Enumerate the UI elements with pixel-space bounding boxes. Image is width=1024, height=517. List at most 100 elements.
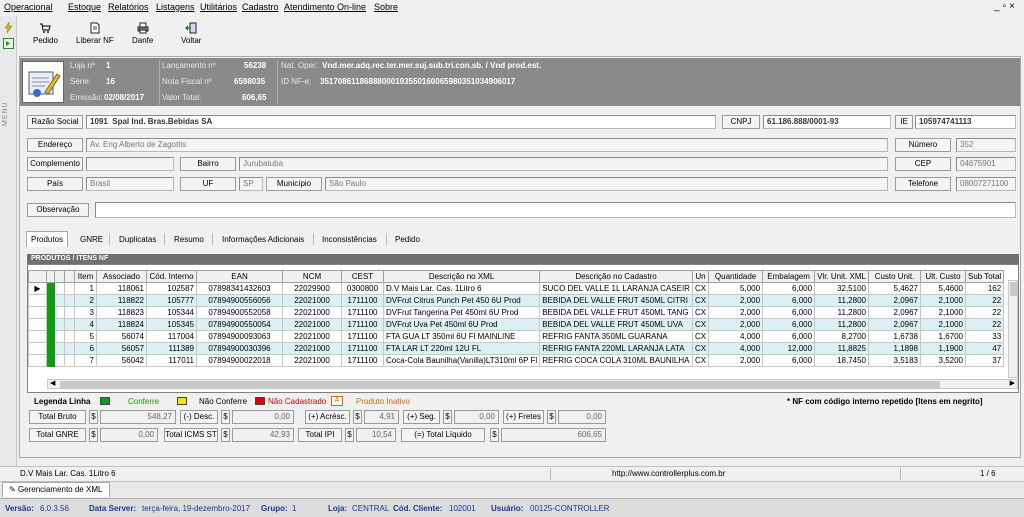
row-selector[interactable] [28,342,47,355]
table-cell[interactable]: FTA GUA LT 350ml 6U Fl MAINLINE [382,330,541,343]
table-cell[interactable]: 102587 [146,282,197,295]
minimize-icon[interactable]: _ [994,1,1003,12]
col-vlr-unit-xml[interactable]: Vlr. Unit. XML [814,270,869,283]
col-descricao-xml[interactable]: Descrição no XML [382,270,541,283]
table-cell[interactable]: CX [691,306,710,319]
table-cell[interactable]: 118822 [96,294,147,307]
table-cell[interactable]: 6,000 [762,306,816,319]
cnpj-button[interactable]: CNPJ [722,115,760,129]
grid-horizontal-scrollbar[interactable]: ◀ ▶ [47,379,1018,389]
table-cell[interactable]: 117004 [146,330,197,343]
ie-field[interactable]: 105974741113 [915,115,1016,129]
col-item[interactable]: Item [74,270,97,283]
menu-sobre[interactable]: Sobre [374,2,398,12]
telefone-button[interactable]: Telefone [895,177,951,191]
cep-field[interactable]: 04675901 [956,157,1016,171]
tab-inconsistencias[interactable]: Inconsistências [322,233,377,247]
table-cell[interactable]: BEBIDA DEL VALLE FRUT 450ML UVA [539,318,693,331]
ie-button[interactable]: IE [895,115,913,129]
table-cell[interactable]: SUCO DEL VALLE 1L LARANJA CASEIR [539,282,693,295]
table-cell[interactable]: 07894900022018 [196,354,283,367]
col-un[interactable]: Un [691,270,710,283]
table-cell[interactable]: 22 [964,318,1005,331]
table-cell[interactable]: 6,000 [762,294,816,307]
table-cell[interactable]: 3,5183 [867,354,921,367]
table-cell[interactable]: 2,0967 [867,318,921,331]
pedido-button[interactable]: Pedido [33,22,58,45]
table-cell[interactable]: 07898341432603 [196,282,283,295]
table-cell[interactable]: CX [691,330,710,343]
table-cell[interactable]: FTA LAR LT 220ml 12U FL [382,342,541,355]
tab-duplicatas[interactable]: Duplicatas [119,233,156,247]
table-cell[interactable]: 11,8825 [814,342,869,355]
table-cell[interactable]: 22 [964,306,1005,319]
table-cell[interactable]: 4 [74,318,97,331]
razao-social-button[interactable]: Razão Social [27,115,83,129]
menu-listagens[interactable]: Listagens [156,2,195,12]
col-cest[interactable]: CEST [341,270,384,283]
table-cell[interactable]: 8,2700 [814,330,869,343]
table-cell[interactable]: 56074 [96,330,147,343]
table-cell[interactable]: DVFrut Tangerina Pet 450ml 6U Prod [382,306,541,319]
col-cod-interno[interactable]: Cód. Interno [146,270,197,283]
table-cell[interactable]: 2,1000 [919,294,966,307]
table-row[interactable]: 2 118822 105777 07894900556056 22021000 17111… [28,294,1005,307]
table-cell[interactable]: 1,6700 [919,330,966,343]
col-embalagem[interactable]: Embalagem [762,270,816,283]
razao-social-field[interactable]: 1091 Spal Ind. Bras.Bebidas SA [86,115,716,129]
table-cell[interactable]: 1,1898 [867,342,921,355]
uf-button[interactable]: UF [180,177,236,191]
table-cell[interactable]: 117011 [146,354,197,367]
table-cell[interactable]: 1711100 [341,318,384,331]
table-cell[interactable]: BEBIDA DEL VALLE FRUT 450ML TANG [539,306,693,319]
row-selector[interactable] [28,294,47,307]
col-ncm[interactable]: NCM [282,270,342,283]
table-cell[interactable]: 118823 [96,306,147,319]
col-descricao-cadastro[interactable]: Descrição no Cadastro [539,270,693,283]
table-cell[interactable]: CX [691,354,710,367]
window-controls[interactable]: _▫× [994,1,1018,12]
close-icon[interactable]: × [1009,1,1018,12]
tab-pedido[interactable]: Pedido [395,233,420,247]
table-cell[interactable]: 22021000 [282,330,342,343]
menu-utilitarios[interactable]: Utilitários [200,2,237,12]
uf-field[interactable]: SP [239,177,263,191]
table-cell[interactable]: 5 [74,330,97,343]
row-selector[interactable] [28,330,47,343]
tab-produtos[interactable]: Produtos [26,231,69,247]
table-cell[interactable]: 2,000 [708,318,764,331]
table-cell[interactable]: 1,1900 [919,342,966,355]
table-cell[interactable]: 22 [964,294,1005,307]
table-cell[interactable]: 6,000 [762,318,816,331]
col-ult-custo[interactable]: Ult. Custo [919,270,966,283]
menu-atendimento[interactable]: Atendimento On-line [284,2,366,12]
table-cell[interactable]: 7 [74,354,97,367]
menu-cadastro[interactable]: Cadastro [242,2,279,12]
table-cell[interactable]: REFRIG FANTA 350ML GUARANA [539,330,693,343]
table-cell[interactable]: D.V Mais Lar. Cas. 1Litro 6 [382,282,541,295]
scroll-left-icon[interactable]: ◀ [50,379,55,387]
table-cell[interactable]: 5,4627 [867,282,921,295]
table-row[interactable]: 3 118823 105344 07894900552058 22021000 17111… [28,306,1005,319]
table-row[interactable]: ▶ 1 118061 102587 07898341432603 22029900 0300… [28,282,1005,295]
table-cell[interactable]: 1711100 [341,306,384,319]
table-cell[interactable]: 1711100 [341,294,384,307]
table-cell[interactable]: 22021000 [282,306,342,319]
table-cell[interactable]: 111389 [146,342,197,355]
table-cell[interactable]: BEBIDA DEL VALLE FRUT 450ML CITRI [539,294,693,307]
numero-field[interactable]: 352 [956,138,1016,152]
endereco-button[interactable]: Endereço [27,138,83,152]
municipio-field[interactable]: São Paulo [325,177,888,191]
col-associado[interactable]: Associado [96,270,147,283]
table-cell[interactable]: 37 [964,354,1005,367]
observacao-button[interactable]: Observação [27,203,89,217]
table-cell[interactable]: 5,4600 [919,282,966,295]
table-cell[interactable]: 22029900 [282,282,342,295]
table-cell[interactable]: 22021000 [282,354,342,367]
table-cell[interactable]: 2,1000 [919,306,966,319]
table-row[interactable]: 6 56057 111389 07894900030396 22021000 171110… [28,342,1005,355]
observacao-field[interactable] [95,202,1016,218]
table-cell[interactable]: Coca-Cola Baunilha(Vanilla)LT310ml 6P Fl [382,354,541,367]
table-cell[interactable]: 6,000 [762,282,816,295]
table-cell[interactable]: 4,000 [708,342,764,355]
